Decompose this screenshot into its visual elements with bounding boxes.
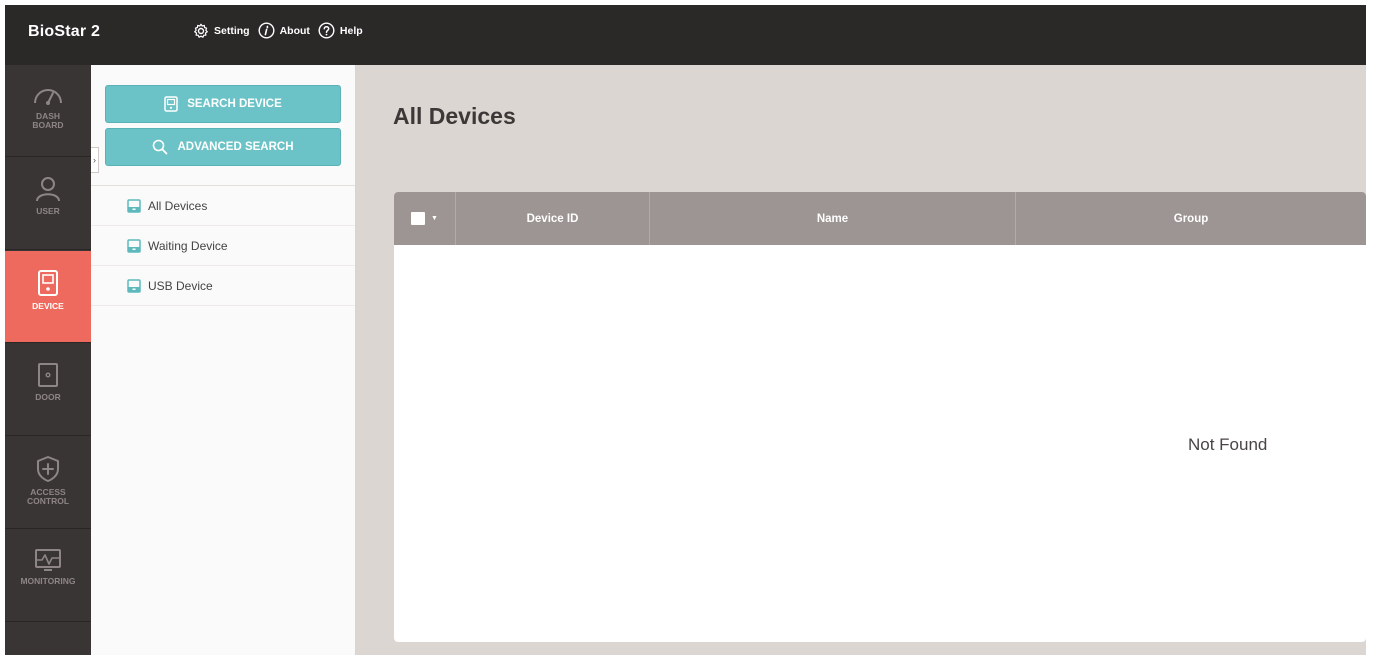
setting-link[interactable]: Setting [193, 23, 250, 39]
device-tree: All Devices Waiting Device USB Device [91, 185, 355, 306]
app-title: BioStar 2 [28, 23, 101, 40]
device-group-icon [127, 238, 141, 253]
monitoring-icon [35, 549, 61, 571]
device-table: ▼ Device ID Name Group Not Found [394, 192, 1366, 642]
main-content: All Devices ▼ Device ID Name Group Not F… [356, 65, 1366, 655]
column-name[interactable]: Name [650, 192, 1016, 245]
top-bar: BioStar 2 Setting About Help [5, 5, 1366, 65]
tree-item-label: USB Device [148, 278, 213, 293]
nav-door[interactable]: DOOR [5, 344, 91, 436]
device-group-icon [127, 278, 141, 293]
tree-item-all-devices[interactable]: All Devices [91, 186, 355, 226]
search-device-label: SEARCH DEVICE [187, 98, 282, 110]
about-label: About [279, 24, 310, 37]
empty-message: Not Found [1188, 435, 1268, 454]
setting-label: Setting [214, 24, 250, 37]
select-all-checkbox[interactable]: ▼ [394, 192, 456, 245]
door-icon [38, 363, 58, 387]
nav-monitoring-label: MONITORING [20, 576, 76, 586]
nav-dashboard[interactable]: DASH BOARD [5, 65, 91, 157]
nav-dashboard-label: DASH BOARD [32, 111, 64, 130]
gear-icon [194, 23, 208, 38]
chevron-down-icon: ▼ [431, 215, 438, 222]
help-link[interactable]: Help [318, 22, 363, 39]
device-icon [164, 96, 178, 112]
table-header: ▼ Device ID Name Group [394, 192, 1366, 245]
nav-device[interactable]: DEVICE [5, 251, 91, 343]
device-icon [38, 270, 58, 296]
top-nav: Setting About Help [193, 22, 371, 39]
page-title: All Devices [393, 103, 516, 129]
nav-device-label: DEVICE [32, 301, 64, 311]
help-icon [318, 22, 335, 39]
nav-monitoring[interactable]: MONITORING [5, 530, 91, 622]
help-label: Help [339, 24, 363, 37]
collapse-toggle[interactable]: › [91, 147, 99, 173]
about-link[interactable]: About [258, 22, 310, 39]
left-nav: DASH BOARD USER DEVICE DOOR ACCESS CONTR… [5, 65, 91, 655]
column-device-id[interactable]: Device ID [456, 192, 650, 245]
tree-item-usb-device[interactable]: USB Device [91, 266, 355, 306]
column-group[interactable]: Group [1016, 192, 1366, 245]
tree-item-label: All Devices [148, 198, 208, 213]
nav-access-control-label: ACCESS CONTROL [26, 487, 70, 506]
device-group-icon [127, 198, 141, 213]
gauge-icon [34, 89, 62, 105]
checkbox [411, 212, 426, 225]
side-panel: SEARCH DEVICE ADVANCED SEARCH › All Devi… [91, 65, 356, 655]
search-icon [153, 139, 168, 155]
search-device-button[interactable]: SEARCH DEVICE [105, 85, 341, 123]
info-icon [258, 22, 275, 39]
nav-access-control[interactable]: ACCESS CONTROL [5, 437, 91, 529]
user-icon [36, 177, 60, 202]
access-control-icon [37, 456, 59, 482]
nav-user-label: USER [36, 206, 60, 216]
nav-user[interactable]: USER [5, 158, 91, 250]
nav-door-label: DOOR [35, 392, 61, 402]
advanced-search-label: ADVANCED SEARCH [177, 141, 294, 153]
advanced-search-button[interactable]: ADVANCED SEARCH [105, 128, 341, 166]
tree-item-waiting-device[interactable]: Waiting Device [91, 226, 355, 266]
tree-item-label: Waiting Device [148, 238, 228, 253]
